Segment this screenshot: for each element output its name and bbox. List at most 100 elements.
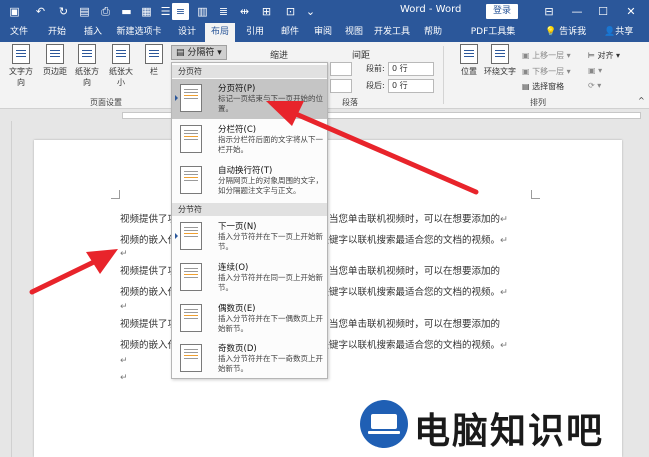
tab-file[interactable]: 文件 bbox=[4, 23, 34, 42]
tab-new[interactable]: 新建选项卡 bbox=[113, 23, 165, 42]
tab-developer[interactable]: 开发工具 bbox=[371, 23, 413, 42]
redo-icon[interactable]: ↻ bbox=[55, 3, 72, 20]
bring-forward-button[interactable]: ▣ 上移一层 ▾ bbox=[522, 50, 571, 61]
margins-label: 页边距 bbox=[43, 67, 67, 76]
paragraph-mark: ↵ bbox=[120, 249, 128, 259]
item-title: 分栏符(C) bbox=[218, 125, 257, 135]
continuous-break-item[interactable]: 连续(O) 插入分节符并在同一页上开始新节。 bbox=[172, 258, 327, 298]
indent-right-input[interactable] bbox=[330, 79, 352, 93]
page-setup-group-label: 页面设置 bbox=[90, 98, 122, 107]
text-wrapping-break-item[interactable]: 自动换行符(T) 分隔网页上的对象周围的文字，如分隔题注文字与正文。 bbox=[172, 161, 327, 201]
wrap-text-button[interactable]: 环绕文字 bbox=[482, 44, 518, 77]
ribbon-tabs: 文件 开始 插入 新建选项卡 设计 布局 引用 邮件 审阅 视图 开发工具 帮助… bbox=[0, 23, 649, 42]
document-title: Word - Word bbox=[400, 4, 462, 15]
margin-corner bbox=[111, 190, 120, 199]
zoom-icon[interactable]: ⊡ bbox=[282, 3, 299, 20]
minimize-icon[interactable]: — bbox=[568, 3, 586, 20]
text-wrapping-icon bbox=[180, 166, 202, 194]
item-description: 分隔网页上的对象周围的文字，如分隔题注文字与正文。 bbox=[218, 176, 323, 195]
tell-me-label: 告诉我 bbox=[559, 27, 587, 37]
columns-icon[interactable]: ⇹ bbox=[236, 3, 253, 20]
new-doc-icon[interactable]: ▤ bbox=[76, 3, 93, 20]
send-backward-label: 下移一层 bbox=[532, 67, 565, 76]
item-title: 偶数页(E) bbox=[218, 304, 256, 314]
paragraph-group-label: 段落 bbox=[342, 98, 358, 107]
tell-me-box[interactable]: 💡 告诉我 bbox=[545, 23, 586, 42]
columns-label: 栏 bbox=[150, 67, 158, 76]
size-icon bbox=[112, 44, 130, 64]
tab-references[interactable]: 引用 bbox=[240, 23, 270, 42]
position-button[interactable]: 位置 bbox=[454, 44, 484, 77]
vertical-ruler[interactable] bbox=[0, 121, 12, 457]
spacing-before-input[interactable]: 0 行 bbox=[388, 62, 434, 76]
align-icon[interactable]: ⊞ bbox=[258, 3, 275, 20]
undo-icon[interactable]: ↶ bbox=[32, 3, 49, 20]
tab-home[interactable]: 开始 bbox=[41, 23, 73, 42]
more-icon[interactable]: ⌄ bbox=[302, 3, 319, 20]
margins-icon bbox=[46, 44, 64, 64]
text-direction-button[interactable]: 文字方向 bbox=[6, 44, 36, 88]
table-icon[interactable]: ▥ bbox=[194, 3, 211, 20]
orientation-icon bbox=[78, 44, 96, 64]
ribbon-options-icon[interactable]: ⊟ bbox=[540, 3, 558, 20]
tab-help[interactable]: 帮助 bbox=[418, 23, 448, 42]
paragraph-mark: ↵ bbox=[500, 287, 508, 298]
next-page-break-item[interactable]: 下一页(N) 插入分节符并在下一页上开始新节。 bbox=[172, 217, 327, 257]
size-button[interactable]: 纸张大小 bbox=[106, 44, 136, 88]
odd-page-break-item[interactable]: 奇数页(D) 插入分节符并在下一奇数页上开始新节。 bbox=[172, 339, 327, 379]
open-icon[interactable]: ▬ bbox=[118, 3, 135, 20]
layout-icon[interactable]: ▦ bbox=[138, 3, 155, 20]
share-label: 共享 bbox=[615, 27, 634, 37]
item-description: 插入分节符并在下一页上开始新节。 bbox=[218, 232, 323, 251]
monitor-screen bbox=[371, 414, 397, 429]
page-break-item[interactable]: 分页符(P) 标记一页结束与下一页开始的位置。 bbox=[172, 79, 327, 119]
rotate-button[interactable]: ⟳ ▾ bbox=[588, 81, 601, 90]
margins-button[interactable]: 页边距 bbox=[40, 44, 70, 77]
next-page-icon bbox=[180, 222, 202, 250]
tab-review[interactable]: 审阅 bbox=[308, 23, 338, 42]
indent-left-input[interactable] bbox=[330, 62, 352, 76]
section-breaks-header: 分节符 bbox=[172, 203, 327, 216]
restore-icon[interactable]: ☐ bbox=[594, 3, 612, 20]
tab-view[interactable]: 视图 bbox=[339, 23, 369, 42]
tab-mailings[interactable]: 邮件 bbox=[275, 23, 305, 42]
even-page-break-item[interactable]: 偶数页(E) 插入分节符并在下一偶数页上开始新节。 bbox=[172, 299, 327, 339]
tab-design[interactable]: 设计 bbox=[172, 23, 202, 42]
share-button[interactable]: 👤共享 bbox=[604, 23, 633, 42]
collapse-ribbon-icon[interactable]: ^ bbox=[638, 96, 645, 105]
close-icon[interactable]: ✕ bbox=[622, 3, 640, 20]
columns-button[interactable]: 栏 bbox=[142, 44, 166, 77]
spacing-after-input[interactable]: 0 行 bbox=[388, 79, 434, 93]
tab-layout[interactable]: 布局 bbox=[205, 23, 235, 42]
ruler-icon[interactable]: ≣ bbox=[215, 3, 232, 20]
save-icon[interactable]: ▣ bbox=[6, 3, 23, 20]
breaks-button[interactable]: ▤ 分隔符 ▾ bbox=[171, 45, 227, 60]
item-title: 连续(O) bbox=[218, 263, 249, 273]
margin-corner bbox=[531, 190, 540, 199]
login-button[interactable]: 登录 bbox=[486, 4, 518, 19]
spacing-after-label: 段后: bbox=[366, 81, 385, 90]
item-description: 插入分节符并在下一偶数页上开始新节。 bbox=[218, 314, 323, 333]
send-backward-button[interactable]: ▣ 下移一层 ▾ bbox=[522, 66, 571, 77]
page-breaks-header: 分页符 bbox=[172, 65, 327, 78]
paragraph-mark: ↵ bbox=[500, 340, 508, 351]
size-label: 纸张大小 bbox=[109, 67, 133, 87]
tab-pdf-tools[interactable]: PDF工具集 bbox=[465, 23, 521, 42]
spacing-label: 间距 bbox=[352, 51, 371, 61]
orientation-button[interactable]: 纸张方向 bbox=[72, 44, 102, 88]
selection-caret-icon bbox=[175, 95, 178, 101]
paragraph-icon[interactable]: ≡ bbox=[172, 3, 189, 20]
paragraph-mark: ↵ bbox=[120, 356, 128, 366]
text-direction-label: 文字方向 bbox=[9, 67, 33, 87]
position-label: 位置 bbox=[461, 67, 477, 76]
print-icon[interactable]: ⎙ bbox=[97, 3, 114, 20]
column-break-item[interactable]: 分栏符(C) 指示分栏符后面的文字将从下一栏开始。 bbox=[172, 120, 327, 160]
group-button[interactable]: ▣ ▾ bbox=[588, 66, 602, 75]
wrap-text-label: 环绕文字 bbox=[484, 67, 516, 76]
align-button[interactable]: ⊨ 对齐 ▾ bbox=[588, 50, 620, 61]
text-direction-icon bbox=[12, 44, 30, 64]
selection-caret-icon bbox=[175, 233, 178, 239]
tab-insert[interactable]: 插入 bbox=[78, 23, 108, 42]
selection-pane-button[interactable]: ▤ 选择窗格 bbox=[522, 81, 564, 92]
item-title: 奇数页(D) bbox=[218, 344, 257, 354]
